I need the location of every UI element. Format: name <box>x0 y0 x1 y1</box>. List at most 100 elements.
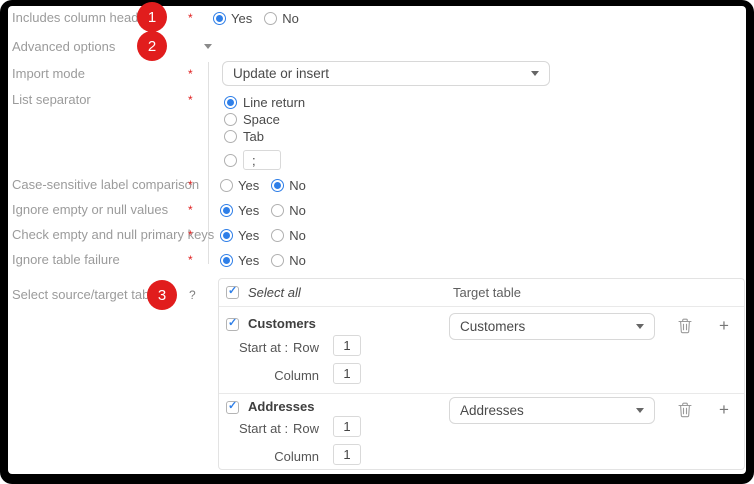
target-table-column-header: Target table <box>453 285 521 300</box>
help-icon[interactable]: ? <box>189 287 196 303</box>
field-label-select-tables: Select source/target tables <box>12 287 166 303</box>
radio-option-yes[interactable]: Yes <box>220 228 259 243</box>
plus-icon: + <box>719 401 729 419</box>
radio-label-tab: Tab <box>243 129 264 144</box>
radio-icon-yes <box>220 229 233 242</box>
delete-row-button[interactable] <box>676 317 694 335</box>
select-all-label: Select all <box>248 285 301 300</box>
chevron-down-icon <box>636 324 644 329</box>
add-row-button[interactable]: + <box>715 317 733 335</box>
check-empty-keys-radio-group: Yes No <box>220 227 306 243</box>
required-asterisk: * <box>188 92 193 108</box>
radio-label-no: No <box>282 11 299 26</box>
annotation-badge-1: 1 <box>137 2 167 32</box>
radio-icon-custom-separator[interactable] <box>224 154 237 167</box>
radio-option-no[interactable]: No <box>271 253 306 268</box>
radio-option-no[interactable]: No <box>271 178 306 193</box>
source-table-name: Addresses <box>248 399 314 414</box>
source-target-tables-panel: Select all Target table Customers Start … <box>218 278 745 470</box>
radio-label-line-return: Line return <box>243 95 305 110</box>
plus-icon: + <box>719 317 729 335</box>
start-row-input[interactable] <box>333 335 361 356</box>
target-table-dropdown[interactable]: Customers <box>449 313 655 340</box>
field-label-check-empty-keys: Check empty and null primary keys <box>12 227 214 243</box>
radio-label-no: No <box>289 203 306 218</box>
chevron-down-icon <box>531 71 539 76</box>
screenshot-frame: Includes column headers 1 * Yes No Advan… <box>0 0 754 484</box>
column-label: Column <box>239 449 319 464</box>
custom-separator-input[interactable] <box>243 150 281 170</box>
radio-label-yes: Yes <box>238 228 259 243</box>
chevron-down-icon[interactable] <box>204 44 212 49</box>
field-label-advanced-options: Advanced options <box>12 39 115 55</box>
radio-label-yes: Yes <box>231 11 252 26</box>
target-table-dropdown[interactable]: Addresses <box>449 397 655 424</box>
radio-label-no: No <box>289 228 306 243</box>
case-sensitive-radio-group: Yes No <box>220 177 306 193</box>
table-row-customers: Customers Start at : Row Column Customer… <box>219 307 744 394</box>
chevron-down-icon <box>636 408 644 413</box>
target-table-value: Addresses <box>460 403 636 418</box>
required-asterisk: * <box>188 227 193 243</box>
ignore-empty-radio-group: Yes No <box>220 202 306 218</box>
table-row-addresses: Addresses Start at : Row Column Addresse… <box>219 394 744 472</box>
radio-label-space: Space <box>243 112 280 127</box>
radio-option-yes[interactable]: Yes <box>220 253 259 268</box>
radio-icon-space <box>224 113 237 126</box>
start-row-input[interactable] <box>333 416 361 437</box>
radio-icon-yes <box>220 179 233 192</box>
delete-row-button[interactable] <box>676 401 694 419</box>
radio-option-yes[interactable]: Yes <box>220 203 259 218</box>
radio-option-tab[interactable]: Tab <box>224 129 305 143</box>
radio-icon-no <box>271 204 284 217</box>
radio-label-no: No <box>289 178 306 193</box>
radio-label-no: No <box>289 253 306 268</box>
start-column-input[interactable] <box>333 363 361 384</box>
radio-option-no[interactable]: No <box>271 228 306 243</box>
annotation-badge-2: 2 <box>137 31 167 61</box>
import-mode-dropdown[interactable]: Update or insert <box>222 61 550 86</box>
source-table-name: Customers <box>248 316 316 331</box>
radio-option-custom-separator <box>224 148 305 172</box>
required-asterisk: * <box>188 177 193 193</box>
import-mode-value: Update or insert <box>233 66 531 81</box>
required-asterisk: * <box>188 66 193 82</box>
start-column-input[interactable] <box>333 444 361 465</box>
radio-label-yes: Yes <box>238 253 259 268</box>
row-label: Row <box>239 421 319 436</box>
required-asterisk: * <box>188 202 193 218</box>
field-label-ignore-table-failure: Ignore table failure <box>12 252 120 268</box>
radio-option-space[interactable]: Space <box>224 112 305 126</box>
radio-option-no[interactable]: No <box>271 203 306 218</box>
radio-icon-yes <box>213 12 226 25</box>
required-asterisk: * <box>188 10 193 26</box>
field-label-ignore-empty: Ignore empty or null values <box>12 202 168 218</box>
tables-panel-header: Select all Target table <box>219 279 744 307</box>
radio-icon-no <box>271 254 284 267</box>
radio-icon-no <box>264 12 277 25</box>
radio-label-yes: Yes <box>238 203 259 218</box>
customers-checkbox[interactable] <box>226 318 239 331</box>
radio-icon-no <box>271 229 284 242</box>
row-label: Row <box>239 340 319 355</box>
annotation-badge-3: 3 <box>147 280 177 310</box>
field-label-import-mode: Import mode <box>12 66 85 82</box>
select-all-checkbox[interactable] <box>226 286 239 299</box>
trash-icon <box>678 402 692 418</box>
ignore-table-failure-radio-group: Yes No <box>220 252 306 268</box>
radio-option-line-return[interactable]: Line return <box>224 95 305 109</box>
radio-icon-line-return <box>224 96 237 109</box>
addresses-checkbox[interactable] <box>226 401 239 414</box>
add-row-button[interactable]: + <box>715 401 733 419</box>
radio-icon-no <box>271 179 284 192</box>
includes-column-headers-radio-group: Yes No <box>213 10 299 26</box>
field-label-list-separator: List separator <box>12 92 91 108</box>
radio-icon-yes <box>220 254 233 267</box>
target-table-value: Customers <box>460 319 636 334</box>
radio-icon-yes <box>220 204 233 217</box>
trash-icon <box>678 318 692 334</box>
radio-option-yes[interactable]: Yes <box>213 11 252 26</box>
field-label-includes-column-headers: Includes column headers <box>12 10 157 26</box>
radio-option-no[interactable]: No <box>264 11 299 26</box>
radio-option-yes[interactable]: Yes <box>220 178 259 193</box>
